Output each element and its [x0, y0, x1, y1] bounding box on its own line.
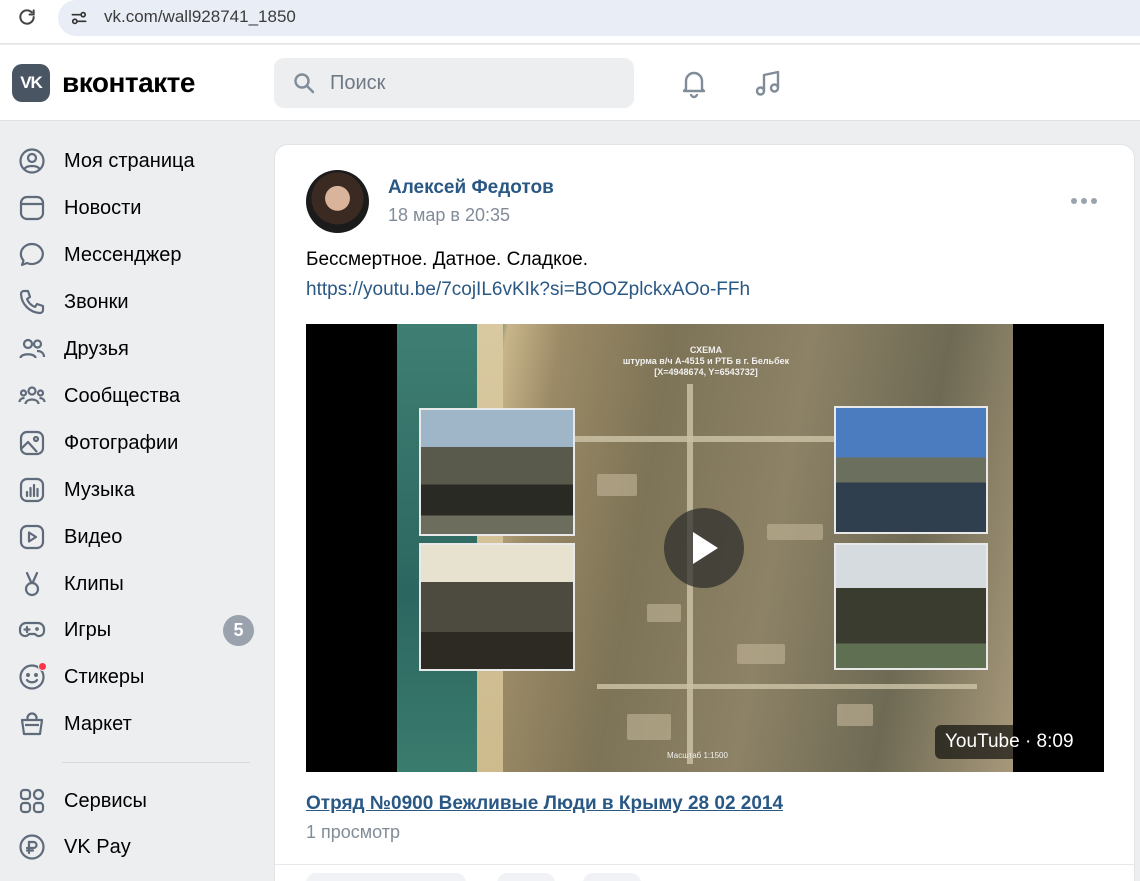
video-title[interactable]: Отряд №0900 Вежливые Люди в Крыму 28 02 …	[306, 793, 783, 815]
more-options-icon[interactable]	[1067, 191, 1101, 211]
music-icon	[16, 474, 48, 506]
sidebar-item-stickers[interactable]: Стикеры	[10, 657, 262, 697]
sidebar-item-label: Друзья	[64, 337, 129, 360]
sidebar-item-news[interactable]: Новости	[10, 188, 262, 228]
sidebar-item-messenger[interactable]: Мессенджер	[10, 235, 262, 275]
vk-logo-text: вконтакте	[62, 67, 195, 98]
music-note-icon[interactable]	[750, 65, 786, 101]
sidebar-item-label: VK Pay	[64, 835, 131, 858]
post-link[interactable]: https://youtu.be/7cojIL6vKIk?si=BOOZplck…	[306, 279, 750, 301]
map-building	[737, 644, 785, 664]
browser-toolbar: vk.com/wall928741_1850	[0, 0, 1140, 44]
notification-dot	[38, 662, 47, 671]
news-icon	[16, 192, 48, 224]
sidebar-item-music[interactable]: Музыка	[10, 470, 262, 510]
phone-icon	[16, 286, 48, 318]
bell-icon[interactable]	[676, 65, 712, 101]
communities-icon	[16, 380, 48, 412]
sidebar-item-my-page[interactable]: Моя страница	[10, 141, 262, 181]
map-building	[627, 714, 671, 740]
wall-post: Алексей Федотов 18 мар в 20:35 Бессмертн…	[274, 144, 1135, 881]
search-icon	[292, 71, 316, 95]
sidebar-item-label: Сервисы	[64, 789, 147, 812]
vk-header: VK вконтакте	[0, 45, 1140, 121]
site-info-icon[interactable]	[68, 7, 90, 29]
author-avatar[interactable]	[306, 170, 369, 233]
sidebar-item-label: Стикеры	[64, 665, 145, 688]
sidebar-item-label: Музыка	[64, 478, 135, 501]
friends-icon	[16, 333, 48, 365]
post-text: Бессмертное. Датное. Сладкое.	[306, 249, 589, 270]
thumbnail-caption-line: СХЕМА	[689, 345, 723, 355]
map-building	[767, 524, 823, 540]
services-icon	[16, 785, 48, 817]
video-source-duration: YouTube · 8:09	[935, 725, 1084, 759]
sidebar-item-label: Сообщества	[64, 384, 181, 407]
thumbnail-caption: СХЕМА штурма в/ч А-4515 и РТБ в г. Бельб…	[611, 345, 801, 378]
sidebar-item-market[interactable]: Маркет	[10, 704, 262, 744]
sidebar-item-label: Клипы	[64, 572, 124, 595]
video-player[interactable]: СХЕМА штурма в/ч А-4515 и РТБ в г. Бельб…	[306, 324, 1104, 772]
sidebar-item-label: Фотографии	[64, 431, 179, 454]
video-views: 1 просмотр	[306, 822, 401, 842]
comment-button[interactable]	[497, 873, 555, 881]
sidebar-item-games[interactable]: Игры 5	[10, 610, 262, 650]
sidebar-item-label: Видео	[64, 525, 123, 548]
thumbnail-scale: Масштаб 1:1500	[667, 751, 728, 760]
reload-icon[interactable]	[14, 4, 40, 30]
play-button[interactable]	[664, 508, 744, 588]
like-button[interactable]	[306, 873, 466, 881]
play-icon	[693, 532, 718, 564]
thumbnail-photo	[834, 543, 988, 670]
author-name[interactable]: Алексей Федотов	[388, 177, 554, 199]
games-icon	[16, 614, 48, 646]
thumbnail-photo	[419, 408, 575, 536]
market-icon	[16, 708, 48, 740]
sidebar-item-clips[interactable]: Клипы	[10, 564, 262, 604]
thumbnail-photo	[834, 406, 988, 534]
sidebar-item-video[interactable]: Видео	[10, 517, 262, 557]
clips-icon	[16, 568, 48, 600]
sidebar-item-label: Звонки	[64, 290, 129, 313]
stickers-icon	[16, 661, 48, 693]
map-building	[597, 474, 637, 496]
user-circle-icon	[16, 145, 48, 177]
sidebar-item-label: Мессенджер	[64, 243, 182, 266]
sidebar-item-vk-pay[interactable]: VK Pay	[10, 827, 262, 867]
vk-logo-mark: VK	[12, 64, 50, 102]
sidebar-item-services[interactable]: Сервисы	[10, 781, 262, 821]
post-footer-divider	[275, 864, 1134, 865]
message-icon	[16, 239, 48, 271]
sidebar-item-photos[interactable]: Фотографии	[10, 423, 262, 463]
map-road	[597, 684, 977, 689]
photo-icon	[16, 427, 48, 459]
thumbnail-photo	[419, 543, 575, 671]
sidebar-item-communities[interactable]: Сообщества	[10, 376, 262, 416]
sidebar-item-label: Игры	[64, 618, 112, 641]
sidebar-item-label: Маркет	[64, 712, 132, 735]
sidebar-item-label: Новости	[64, 196, 142, 219]
sidebar-item-label: Моя страница	[64, 149, 195, 172]
address-bar[interactable]: vk.com/wall928741_1850	[58, 0, 1140, 36]
sidebar-divider	[62, 762, 250, 763]
vk-pay-icon	[16, 831, 48, 863]
search-input[interactable]	[330, 58, 620, 108]
post-date[interactable]: 18 мар в 20:35	[388, 205, 510, 226]
map-building	[837, 704, 873, 726]
vk-logo[interactable]: VK вконтакте	[12, 64, 195, 102]
thumbnail-caption-line: [X=4948674, Y=6543732]	[654, 367, 758, 377]
share-button[interactable]	[583, 873, 641, 881]
video-icon	[16, 521, 48, 553]
map-building	[647, 604, 681, 622]
thumbnail-caption-line: штурма в/ч А-4515 и РТБ в г. Бельбек	[622, 356, 790, 366]
games-count-badge: 5	[223, 615, 254, 646]
url-text[interactable]: vk.com/wall928741_1850	[104, 7, 296, 27]
sidebar-item-calls[interactable]: Звонки	[10, 282, 262, 322]
search-box[interactable]	[274, 58, 634, 108]
sidebar-item-friends[interactable]: Друзья	[10, 329, 262, 369]
